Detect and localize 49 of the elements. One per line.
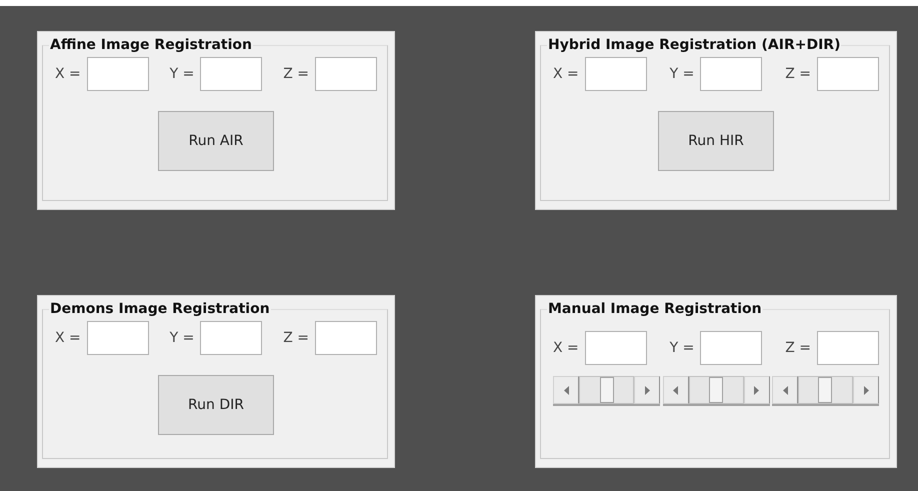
slider-thumb[interactable] <box>709 377 724 403</box>
panel-title: Hybrid Image Registration (AIR+DIR) <box>547 37 842 53</box>
coordinate-label: Z = <box>283 66 309 82</box>
panel-title: Demons Image Registration <box>49 301 271 317</box>
run-button[interactable]: Run DIR <box>158 375 274 435</box>
coordinate-label: Y = <box>170 330 194 346</box>
coordinate-label: X = <box>553 340 579 356</box>
scroll-left-button[interactable] <box>662 376 688 404</box>
left-arrow-icon <box>782 386 788 394</box>
input-field[interactable] <box>200 321 262 355</box>
input-field[interactable] <box>700 57 762 91</box>
scroll-right-button[interactable] <box>853 376 879 404</box>
slider[interactable] <box>662 376 770 406</box>
left-arrow-icon <box>673 386 678 394</box>
input-field[interactable] <box>314 321 377 355</box>
input-field[interactable] <box>700 331 762 365</box>
coordinate-label: Z = <box>283 330 309 346</box>
slider-thumb[interactable] <box>600 377 614 403</box>
panel-title: Manual Image Registration <box>547 301 763 317</box>
coordinate-label: X = <box>553 66 579 82</box>
run-button[interactable]: Run AIR <box>158 111 274 171</box>
input-field[interactable] <box>86 57 149 91</box>
right-arrow-icon <box>754 386 759 394</box>
input-field[interactable] <box>584 57 647 91</box>
slider-thumb[interactable] <box>818 377 832 403</box>
scroll-right-button[interactable] <box>744 376 770 404</box>
input-field[interactable] <box>314 57 377 91</box>
coordinate-label: Y = <box>170 66 194 82</box>
coordinate-label: Z = <box>785 66 811 82</box>
scroll-right-button[interactable] <box>634 376 660 404</box>
input-field[interactable] <box>86 321 149 355</box>
panel-title: Affine Image Registration <box>49 37 253 53</box>
left-arrow-icon <box>564 386 568 394</box>
right-arrow-icon <box>644 386 650 394</box>
slider[interactable] <box>772 376 879 406</box>
slider[interactable] <box>553 376 660 406</box>
right-arrow-icon <box>864 386 868 394</box>
input-field[interactable] <box>200 57 262 91</box>
coordinate-label: Z = <box>785 340 811 356</box>
input-field[interactable] <box>816 331 879 365</box>
coordinate-label: Y = <box>670 66 694 82</box>
scroll-left-button[interactable] <box>553 376 579 404</box>
run-button[interactable]: Run HIR <box>658 111 774 171</box>
scroll-left-button[interactable] <box>772 376 798 404</box>
coordinate-label: Y = <box>670 340 694 356</box>
input-field[interactable] <box>584 331 647 365</box>
input-field[interactable] <box>816 57 879 91</box>
coordinate-label: X = <box>55 66 81 82</box>
coordinate-label: X = <box>55 330 81 346</box>
